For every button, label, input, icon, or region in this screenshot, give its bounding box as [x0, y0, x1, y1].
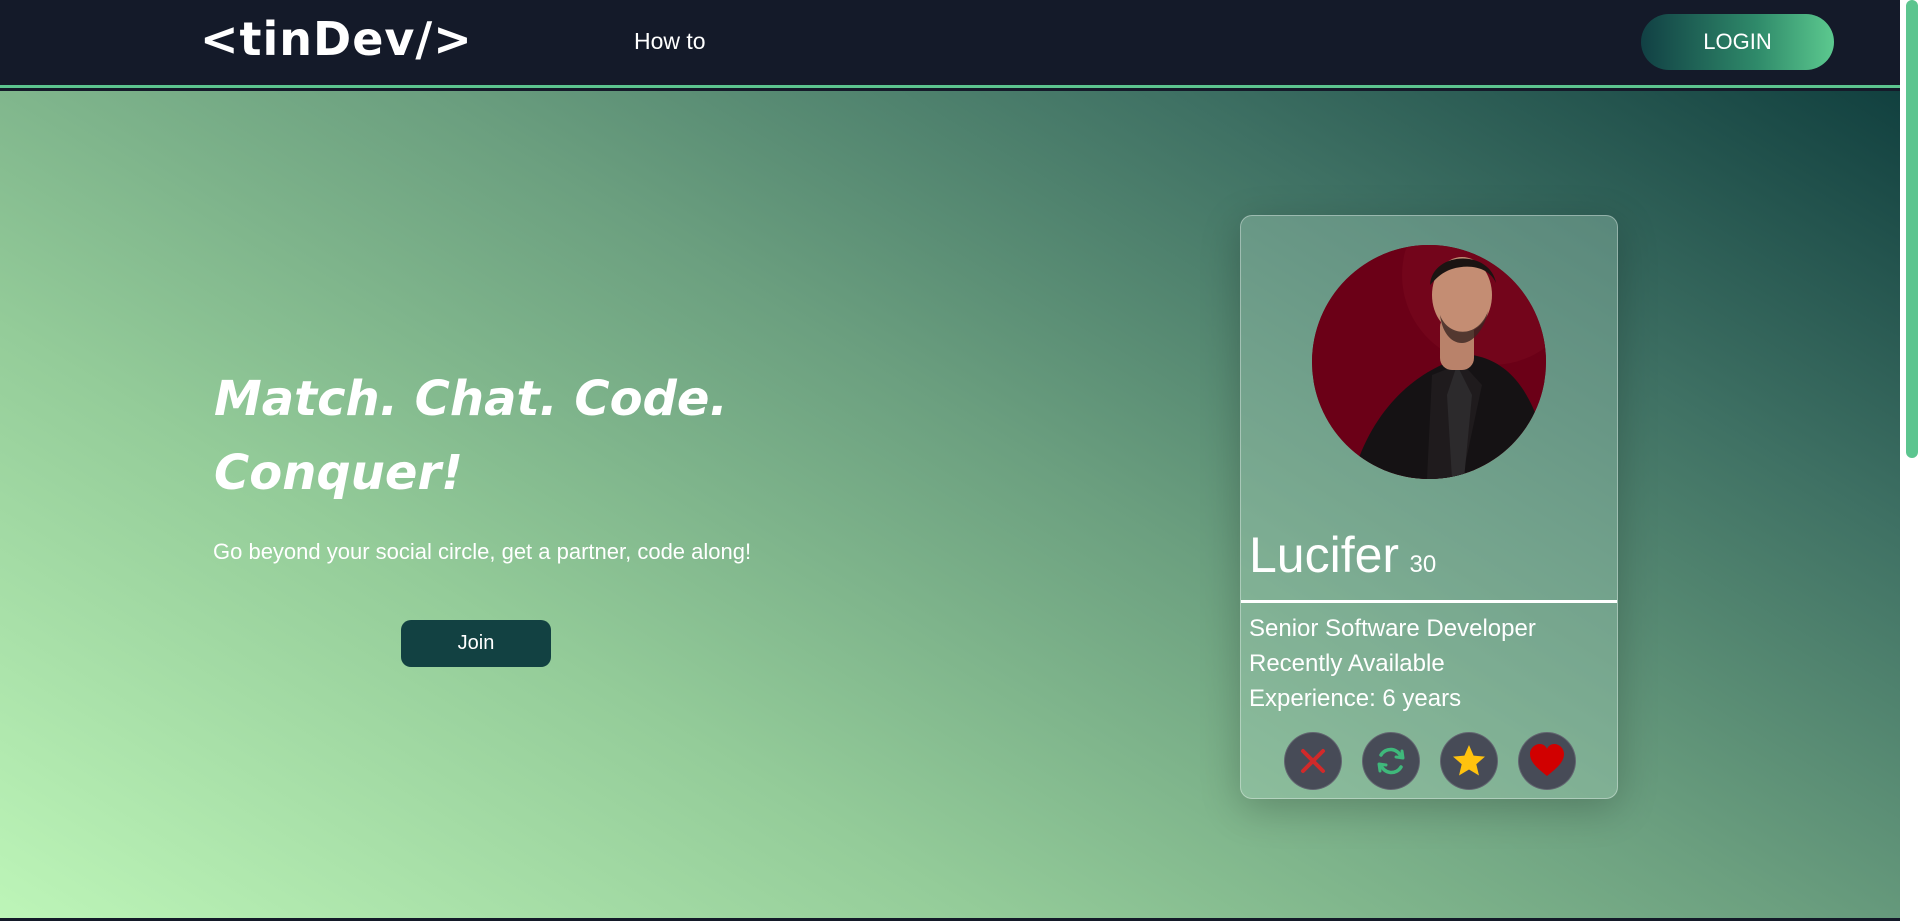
profile-avatar	[1312, 245, 1546, 479]
login-button[interactable]: LOGIN	[1641, 14, 1834, 70]
scrollbar-thumb[interactable]	[1906, 0, 1918, 458]
like-button[interactable]	[1518, 732, 1576, 790]
profile-title: Senior Software Developer	[1249, 615, 1536, 642]
profile-name: Lucifer	[1249, 527, 1400, 583]
profile-details: Senior Software Developer Recently Avail…	[1249, 611, 1609, 716]
card-actions	[1284, 732, 1576, 790]
close-icon	[1301, 749, 1325, 773]
rewind-button[interactable]	[1362, 732, 1420, 790]
profile-card: Lucifer 30 Senior Software Developer Rec…	[1240, 215, 1618, 799]
refresh-icon	[1377, 747, 1405, 775]
heart-icon	[1530, 744, 1564, 776]
hero-subtext: Go beyond your social circle, get a part…	[213, 539, 752, 564]
join-button[interactable]: Join	[401, 620, 551, 667]
hero-headline: Match. Chat. Code. Conquer!	[214, 371, 728, 501]
profile-availability: Recently Available	[1249, 650, 1445, 677]
top-navbar: <tinDev/> How to LOGIN	[0, 0, 1900, 88]
profile-name-row: Lucifer 30	[1249, 526, 1436, 584]
profile-photo	[1312, 245, 1546, 479]
brand-logo[interactable]: <tinDev/>	[200, 12, 473, 66]
profile-age: 30	[1409, 551, 1437, 578]
reject-button[interactable]	[1284, 732, 1342, 790]
super-like-button[interactable]	[1440, 732, 1498, 790]
nav-link-how-to[interactable]: How to	[634, 28, 706, 55]
profile-experience: Experience: 6 years	[1249, 685, 1462, 712]
star-icon	[1453, 745, 1485, 776]
card-divider	[1241, 600, 1617, 603]
